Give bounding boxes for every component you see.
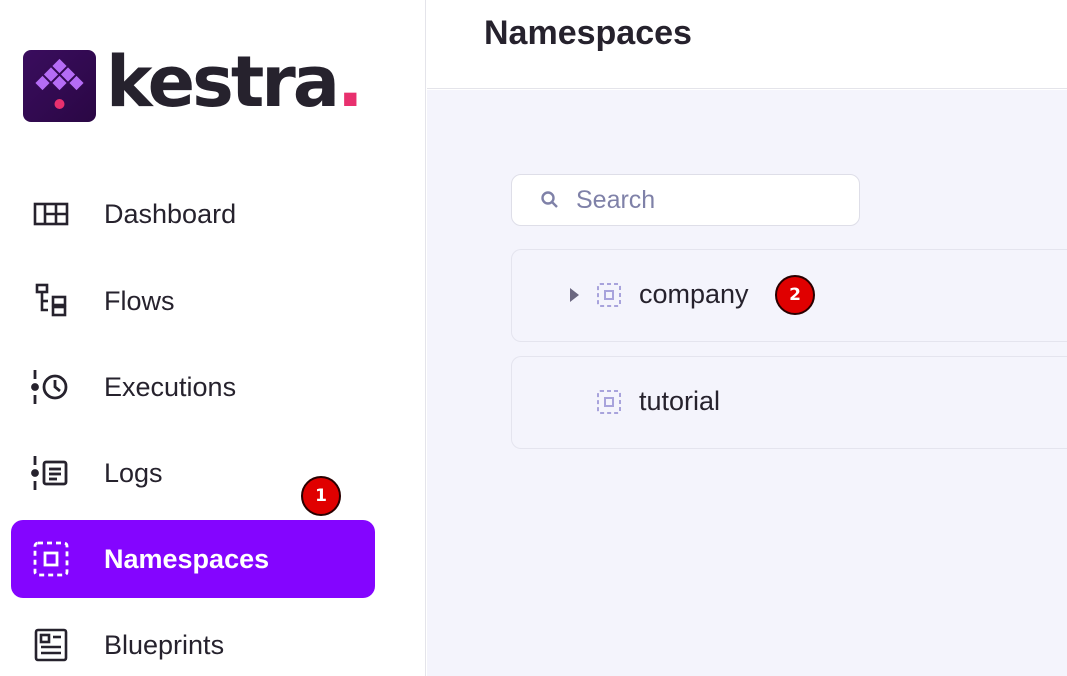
dashboard-icon [31,194,71,234]
sidebar-item-flows[interactable]: Flows [11,262,375,340]
kestra-logo[interactable]: kestra. [23,46,364,122]
namespace-label[interactable]: tutorial [639,386,720,417]
namespace-icon [596,389,622,420]
main-content: company 2 tutorial [427,90,1067,676]
sidebar-item-dashboard[interactable]: Dashboard [11,175,375,253]
annotation-badge-1: 1 [301,476,341,516]
kestra-logo-icon [23,50,96,122]
kestra-wordmark: kestra. [106,41,364,123]
search-icon [540,190,560,215]
search-box[interactable] [511,174,860,226]
sidebar: kestra. Dashboard Flows Executions Logs … [0,0,426,676]
annotation-badge-2: 2 [775,275,815,315]
namespace-label[interactable]: company [639,279,749,310]
sidebar-item-label: Logs [104,457,163,488]
namespaces-icon [31,539,71,579]
flows-icon [31,281,71,321]
sidebar-item-label: Flows [104,285,175,316]
executions-icon [31,367,71,407]
sidebar-item-label: Blueprints [104,629,225,660]
sidebar-item-namespaces[interactable]: Namespaces [11,520,375,598]
sidebar-item-blueprints[interactable]: Blueprints [11,606,375,676]
logs-icon [31,453,71,493]
blueprints-icon [31,625,71,665]
page-header: Namespaces [427,0,1067,89]
sidebar-item-label: Dashboard [104,198,237,229]
sidebar-item-label: Executions [104,371,237,402]
sidebar-item-label: Namespaces [104,543,270,574]
page-title: Namespaces [484,14,692,52]
namespace-icon [596,282,622,313]
expand-caret-icon[interactable] [570,288,579,302]
sidebar-item-executions[interactable]: Executions [11,348,375,426]
namespace-row-company[interactable]: company 2 [511,249,1067,342]
search-input[interactable] [576,185,846,215]
namespace-row-tutorial[interactable]: tutorial [511,356,1067,449]
